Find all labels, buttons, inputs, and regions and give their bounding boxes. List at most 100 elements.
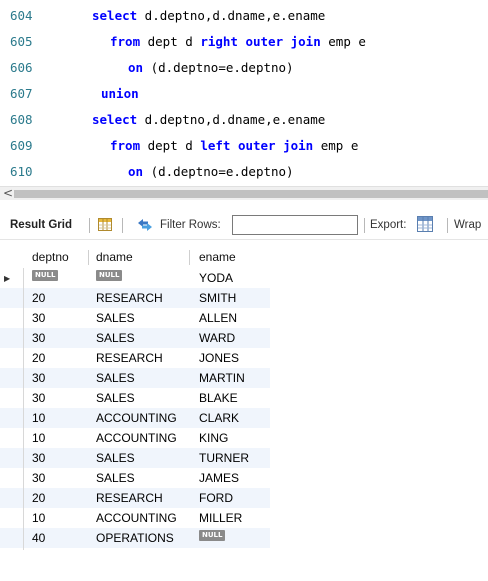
scrollbar-thumb[interactable]: [14, 190, 488, 198]
line-number: 608: [10, 112, 33, 127]
export-table-icon[interactable]: [417, 216, 433, 232]
sql-editor[interactable]: 604 select d.deptno,d.dname,e.ename 605 fro…: [0, 0, 488, 186]
code-line[interactable]: 609 from dept d left outer join emp e: [0, 134, 488, 157]
filter-rows-label: Filter Rows:: [160, 219, 221, 231]
cell-dname[interactable]: SALES: [96, 468, 135, 488]
row-selector[interactable]: [0, 308, 24, 330]
filter-rows-input[interactable]: [232, 215, 358, 235]
row-selector[interactable]: [0, 448, 24, 470]
table-row[interactable]: 10 ACCOUNTING KING: [0, 428, 270, 450]
row-selector[interactable]: [0, 408, 24, 430]
table-row[interactable]: 30 SALES MARTIN: [0, 368, 270, 390]
row-selector[interactable]: [0, 288, 24, 310]
cell-deptno[interactable]: 30: [32, 388, 45, 408]
cell-deptno[interactable]: 30: [32, 308, 45, 328]
null-badge[interactable]: NULL: [199, 530, 226, 541]
null-badge[interactable]: NULL: [96, 270, 123, 281]
cell-dname[interactable]: ACCOUNTING: [96, 428, 177, 448]
code-line[interactable]: 605 from dept d right outer join emp e: [0, 30, 488, 53]
cell-deptno[interactable]: 10: [32, 408, 45, 428]
cell-deptno[interactable]: 20: [32, 348, 45, 368]
cell-dname[interactable]: RESEARCH: [96, 488, 163, 508]
cell-dname[interactable]: SALES: [96, 368, 135, 388]
cell-ename[interactable]: ALLEN: [199, 308, 237, 328]
column-divider[interactable]: [189, 250, 190, 265]
line-number: 609: [10, 138, 33, 153]
table-row[interactable]: 20 RESEARCH JONES: [0, 348, 270, 370]
filter-arrows-icon[interactable]: [137, 218, 153, 232]
cell-ename[interactable]: JONES: [199, 348, 239, 368]
grid-icon[interactable]: [98, 218, 112, 231]
cell-deptno[interactable]: 40: [32, 528, 45, 548]
row-selector[interactable]: [0, 348, 24, 370]
cell-dname[interactable]: SALES: [96, 308, 135, 328]
table-row[interactable]: 10 ACCOUNTING CLARK: [0, 408, 270, 430]
table-row[interactable]: 10 ACCOUNTING MILLER: [0, 508, 270, 530]
row-selector[interactable]: [0, 368, 24, 390]
cell-ename[interactable]: MARTIN: [199, 368, 245, 388]
row-selector[interactable]: [0, 388, 24, 410]
cell-ename[interactable]: SMITH: [199, 288, 236, 308]
cell-ename[interactable]: FORD: [199, 488, 233, 508]
horizontal-scrollbar[interactable]: <: [0, 186, 488, 200]
column-divider[interactable]: [88, 250, 89, 265]
cell-dname[interactable]: RESEARCH: [96, 348, 163, 368]
cell-ename[interactable]: MILLER: [199, 508, 242, 528]
null-badge[interactable]: NULL: [32, 270, 59, 281]
result-grid-tab[interactable]: Result Grid: [10, 210, 72, 240]
code-line[interactable]: 610 on (d.deptno=e.deptno): [0, 160, 488, 183]
row-selector[interactable]: [0, 488, 24, 510]
column-header-deptno[interactable]: deptno: [32, 246, 69, 268]
table-row[interactable]: 40 OPERATIONS NULL: [0, 528, 270, 550]
sql-text: emp e: [320, 34, 366, 49]
row-selector[interactable]: [0, 508, 24, 530]
cell-dname[interactable]: ACCOUNTING: [96, 408, 177, 428]
table-row[interactable]: 30 SALES TURNER: [0, 448, 270, 470]
scroll-left-arrow[interactable]: <: [3, 187, 13, 200]
cell-deptno[interactable]: 20: [32, 288, 45, 308]
cell-ename[interactable]: YODA: [199, 268, 233, 288]
cell-dname[interactable]: SALES: [96, 448, 135, 468]
cell-deptno[interactable]: 30: [32, 448, 45, 468]
row-selector[interactable]: [0, 528, 24, 550]
code-line[interactable]: 607 union: [0, 82, 488, 105]
row-selector[interactable]: [0, 428, 24, 450]
cell-deptno[interactable]: 30: [32, 468, 45, 488]
code-line[interactable]: 608 select d.deptno,d.dname,e.ename: [0, 108, 488, 131]
code-line[interactable]: 604 select d.deptno,d.dname,e.ename: [0, 4, 488, 27]
row-selector[interactable]: [0, 328, 24, 350]
sql-keyword: on: [128, 164, 144, 179]
cell-dname[interactable]: ACCOUNTING: [96, 508, 177, 528]
cell-deptno[interactable]: 20: [32, 488, 45, 508]
cell-dname[interactable]: RESEARCH: [96, 288, 163, 308]
cell-ename[interactable]: JAMES: [199, 468, 239, 488]
cell-dname[interactable]: OPERATIONS: [96, 528, 174, 548]
cell-deptno[interactable]: 30: [32, 368, 45, 388]
cell-ename[interactable]: TURNER: [199, 448, 249, 468]
cell-ename[interactable]: BLAKE: [199, 388, 238, 408]
toolbar-divider: [364, 218, 365, 233]
cell-deptno[interactable]: 30: [32, 328, 45, 348]
cell-ename[interactable]: KING: [199, 428, 228, 448]
table-row[interactable]: 30 SALES WARD: [0, 328, 270, 350]
wrap-cell-content-label[interactable]: Wrap: [454, 210, 481, 240]
table-row[interactable]: 30 SALES JAMES: [0, 468, 270, 490]
cell-dname[interactable]: SALES: [96, 328, 135, 348]
cell-dname[interactable]: SALES: [96, 388, 135, 408]
column-header-ename[interactable]: ename: [199, 246, 236, 268]
row-selector[interactable]: ▶: [0, 268, 24, 290]
cell-ename[interactable]: CLARK: [199, 408, 239, 428]
table-row[interactable]: ▶ NULL NULL YODA: [0, 268, 270, 290]
table-row[interactable]: 30 SALES BLAKE: [0, 388, 270, 410]
sql-text: d.deptno,d.dname,e.ename: [137, 112, 326, 127]
column-header-dname[interactable]: dname: [96, 246, 133, 268]
table-row[interactable]: 20 RESEARCH SMITH: [0, 288, 270, 310]
sql-text: dept d: [140, 34, 201, 49]
cell-ename[interactable]: WARD: [199, 328, 235, 348]
table-row[interactable]: 20 RESEARCH FORD: [0, 488, 270, 510]
row-selector[interactable]: [0, 468, 24, 490]
cell-deptno[interactable]: 10: [32, 428, 45, 448]
table-row[interactable]: 30 SALES ALLEN: [0, 308, 270, 330]
cell-deptno[interactable]: 10: [32, 508, 45, 528]
code-line[interactable]: 606 on (d.deptno=e.deptno): [0, 56, 488, 79]
